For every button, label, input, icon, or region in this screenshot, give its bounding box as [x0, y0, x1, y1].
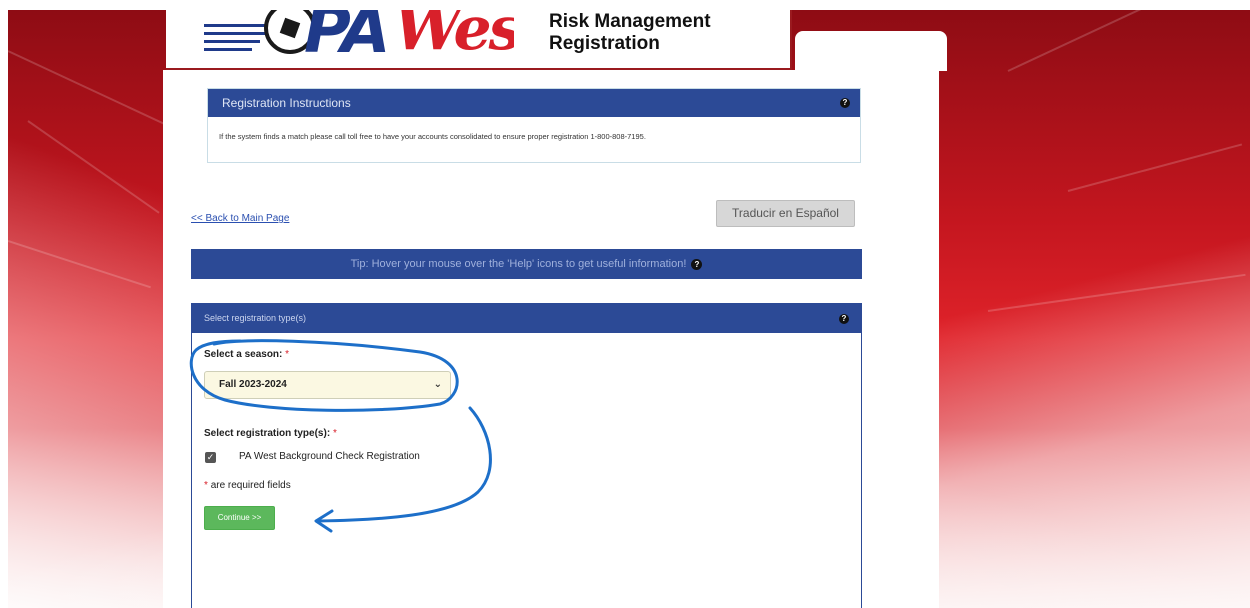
season-select[interactable]: Fall 2023-2024 ⌄ [204, 371, 451, 399]
title-line-2: Registration [549, 33, 660, 54]
chevron-down-icon: ⌄ [433, 379, 442, 390]
required-fields-note: * are required fields [204, 480, 291, 491]
registration-type-panel: Select registration type(s) ? Select a s… [191, 303, 862, 608]
panel-header: Select registration type(s) ? [192, 304, 861, 333]
translate-button[interactable]: Traducir en Español [716, 200, 855, 227]
question-circle-icon[interactable]: ? [691, 258, 703, 270]
question-circle-icon[interactable]: ? [840, 98, 850, 108]
continue-button[interactable]: Continue >> [204, 506, 275, 530]
required-marker: * [285, 349, 290, 360]
logo-west-text: West [394, 10, 514, 64]
registration-instructions-panel: Registration Instructions ? If the syste… [207, 88, 861, 163]
tip-text: Tip: Hover your mouse over the 'Help' ic… [350, 258, 687, 270]
panel-title: Select registration type(s) [204, 313, 307, 323]
instructions-text: If the system finds a match please call … [219, 132, 646, 141]
background-check-label: PA West Background Check Registration [239, 451, 420, 462]
panel-title: Registration Instructions [222, 96, 351, 110]
page: PA West Risk Management Registration Reg… [0, 0, 1250, 608]
header-tab [795, 31, 947, 71]
season-label: Select a season: * [204, 349, 290, 360]
title-line-1: Risk Management [549, 11, 711, 32]
page-title: Risk Management Registration [549, 11, 711, 55]
site-header: PA West Risk Management Registration [166, 10, 792, 70]
season-selected-value: Fall 2023-2024 [219, 379, 287, 390]
background-check-checkbox[interactable]: ✓ [205, 452, 216, 463]
pa-west-logo[interactable]: PA West [204, 10, 514, 68]
question-circle-icon[interactable]: ? [839, 314, 849, 324]
tip-bar: Tip: Hover your mouse over the 'Help' ic… [191, 249, 862, 279]
back-to-main-link[interactable]: << Back to Main Page [191, 213, 289, 224]
registration-type-label: Select registration type(s): * [204, 428, 337, 439]
required-marker: * [332, 428, 337, 439]
panel-header: Registration Instructions ? [208, 89, 860, 117]
main-content: Registration Instructions ? If the syste… [163, 70, 939, 608]
logo-pa-text: PA [304, 10, 391, 68]
required-marker: * [204, 480, 208, 491]
